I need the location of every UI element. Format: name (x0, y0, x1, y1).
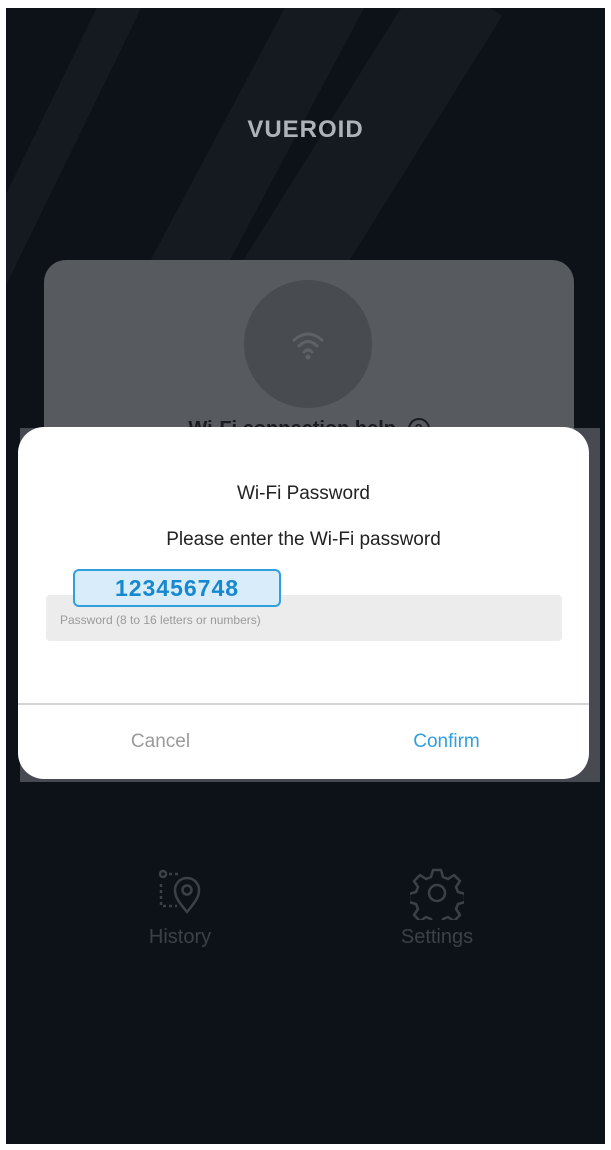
dialog-title: Wi-Fi Password (236, 483, 370, 504)
dialog-divider (18, 703, 589, 705)
dialog-message: Please enter the Wi-Fi password (166, 529, 441, 550)
wifi-password-dialog: Wi-Fi Password Please enter the Wi-Fi pa… (18, 427, 589, 779)
history-location-icon (158, 869, 201, 914)
nav-history-label: History (148, 926, 212, 948)
password-placeholder: Password (8 to 16 letters or numbers) (60, 613, 261, 627)
cancel-button[interactable]: Cancel (18, 707, 303, 777)
brand-logo: VUEROID (247, 116, 364, 143)
password-input-value[interactable]: 123456748 (73, 569, 281, 607)
wifi-status-circle (244, 280, 372, 408)
wifi-icon (292, 332, 324, 360)
gear-icon (410, 868, 464, 920)
confirm-button[interactable]: Confirm (304, 707, 589, 777)
nav-settings[interactable]: Settings (377, 866, 497, 949)
nav-history[interactable]: History (120, 866, 240, 949)
background-streak (6, 8, 162, 289)
nav-settings-label: Settings (400, 926, 474, 948)
